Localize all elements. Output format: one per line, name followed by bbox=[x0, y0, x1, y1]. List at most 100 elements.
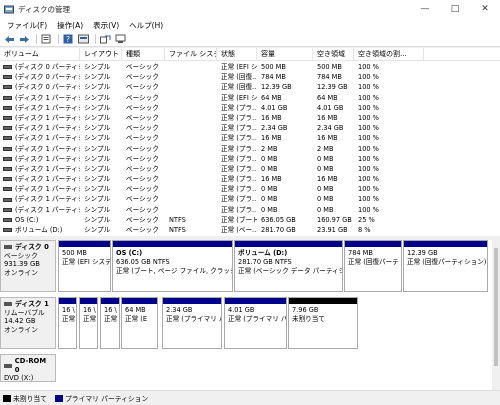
table-cell: 2 MB bbox=[313, 144, 354, 154]
column-header-free-space[interactable]: 空き領域 bbox=[313, 48, 354, 61]
legend-label: 未割り当て bbox=[13, 395, 47, 403]
disk-label[interactable]: ディスク 1 リムーバブル 14.42 GB オンライン bbox=[0, 297, 56, 349]
table-row[interactable]: (ディスク 1 パーティション 7) シンプル ベーシック 正常 (プラ... 0 MB… bbox=[0, 184, 500, 194]
table-cell-text: (ディスク 1 パーティション 10) bbox=[15, 103, 80, 112]
table-row[interactable]: (ディスク 1 パーティション 1) シンプル ベーシック 正常 (EFI シ... 6… bbox=[0, 93, 500, 103]
table-cell-text: ベーシック bbox=[126, 103, 159, 112]
partition[interactable]: 16 \ 正常 bbox=[58, 297, 77, 349]
table-row[interactable]: (ディスク 1 パーティション 12) シンプル ベーシック 正常 (プラ... 2.3… bbox=[0, 123, 500, 133]
table-cell-text: ベーシック bbox=[126, 226, 159, 234]
partition[interactable]: 500 MB 正常 (EFI システ bbox=[58, 240, 111, 292]
table-cell: 100 % bbox=[354, 164, 424, 174]
table-cell: 100 % bbox=[354, 93, 424, 103]
table-cell-text: 正常 (ベー... bbox=[221, 226, 257, 234]
scrollbar-thumb[interactable] bbox=[494, 248, 498, 366]
table-row[interactable]: (ディスク 1 パーティション 10) シンプル ベーシック 正常 (プラ... 4.0… bbox=[0, 103, 500, 113]
table-cell-text: 100 % bbox=[358, 124, 379, 133]
table-cell-text: OS (C:) bbox=[15, 215, 39, 224]
partition[interactable]: 2.34 GB 正常 (プライマリ パ bbox=[162, 297, 222, 349]
maximize-button[interactable]: □ bbox=[440, 0, 470, 18]
table-row[interactable]: (ディスク 1 パーティション 2) シンプル ベーシック 正常 (プラ... 16 M… bbox=[0, 133, 500, 143]
volume-icon[interactable] bbox=[77, 34, 89, 45]
partition-strip: 16 \ 正常 16 \ 正常 16 \ 正常 64 MB 正常 (E 2.34 GB 正常 (プ… bbox=[58, 297, 490, 349]
partition-name: OS (C:) bbox=[116, 249, 143, 257]
table-cell-text: ベーシック bbox=[126, 63, 159, 71]
partition-detail: 正常 (E bbox=[125, 314, 148, 323]
table-cell-text: 2 MB bbox=[317, 144, 334, 153]
column-header-layout[interactable]: レイアウト bbox=[80, 48, 122, 61]
table-cell-text: 0 MB bbox=[261, 154, 278, 163]
disk-label[interactable]: CD-ROM 0 DVD (X:) bbox=[0, 354, 56, 382]
table-cell: 正常 (プラ... bbox=[217, 133, 257, 143]
partition[interactable]: 64 MB 正常 (E bbox=[121, 297, 158, 349]
table-cell-text: シンプル bbox=[84, 154, 111, 163]
table-row[interactable]: (ディスク 1 パーティション 6) シンプル ベーシック 正常 (プラ... 16 M… bbox=[0, 174, 500, 184]
table-cell: 100 % bbox=[354, 72, 424, 82]
table-row[interactable]: (ディスク 0 パーティション 1) シンプル ベーシック 正常 (EFI シ... 5… bbox=[0, 62, 500, 72]
table-cell-text: 16 MB bbox=[261, 175, 282, 184]
table-row[interactable]: (ディスク 1 パーティション 5) シンプル ベーシック 正常 (プラ... 0 MB… bbox=[0, 164, 500, 174]
partition[interactable]: 4.01 GB正常 (プライマリ パー bbox=[224, 297, 287, 349]
column-header-status[interactable]: 状態 bbox=[217, 48, 257, 61]
table-row[interactable]: (ディスク 0 パーティション 4) シンプル ベーシック 正常 (回復... 784 … bbox=[0, 72, 500, 82]
table-cell: 100 % bbox=[354, 123, 424, 133]
table-row[interactable]: (ディスク 1 パーティション 11) シンプル ベーシック 正常 (プラ... 16 … bbox=[0, 113, 500, 123]
table-cell: シンプル bbox=[80, 133, 122, 143]
table-cell-text: 4.01 GB bbox=[317, 103, 344, 112]
table-cell: ベーシック bbox=[122, 164, 165, 174]
column-header-volume[interactable]: ボリューム bbox=[0, 48, 80, 61]
table-cell: シンプル bbox=[80, 62, 122, 72]
table-cell: ベーシック bbox=[122, 225, 165, 235]
table-cell: ボリューム (D:) bbox=[0, 225, 80, 235]
table-row[interactable]: (ディスク 1 パーティション 8) シンプル ベーシック 正常 (プラ... 0 MB… bbox=[0, 194, 500, 204]
connect-icon[interactable] bbox=[114, 34, 126, 45]
partition[interactable]: ボリューム (D:) 281.70 GB NTFS 正常 (ベーシック データ パー… bbox=[234, 240, 343, 292]
table-cell bbox=[165, 62, 217, 72]
refresh-icon[interactable] bbox=[99, 34, 111, 45]
table-cell-text: 0 MB bbox=[261, 205, 278, 214]
close-button[interactable]: ✕ bbox=[470, 0, 500, 18]
column-header-filesystem[interactable]: ファイル システム bbox=[165, 48, 217, 61]
partition[interactable]: 784 MB 正常 (回復パーテ bbox=[344, 240, 402, 292]
table-cell-text: 0 MB bbox=[261, 195, 278, 204]
table-cell: 正常 (プラ... bbox=[217, 174, 257, 184]
forward-icon[interactable] bbox=[18, 34, 30, 45]
table-cell: 4.01 GB bbox=[257, 103, 313, 113]
table-row[interactable]: (ディスク 1 パーティション 3) シンプル ベーシック 正常 (プラ... 2 MB… bbox=[0, 144, 500, 154]
table-row[interactable]: (ディスク 1 パーティション 9) シンプル ベーシック 正常 (プラ... 0 MB… bbox=[0, 205, 500, 215]
menu-view[interactable]: 表示(V) bbox=[88, 20, 124, 31]
column-header-capacity[interactable]: 容量 bbox=[257, 48, 313, 61]
table-cell-text: シンプル bbox=[84, 113, 111, 122]
column-header-free-percent[interactable]: 空き領域の割... bbox=[354, 48, 424, 61]
table-cell-text: 160.97 GB bbox=[317, 215, 352, 224]
table-cell: 0 MB bbox=[313, 154, 354, 164]
minimize-button[interactable]: — bbox=[410, 0, 440, 18]
table-cell-text: ベーシック bbox=[126, 175, 159, 184]
partition-detail: 16 \ bbox=[104, 306, 117, 314]
partition[interactable]: 16 \ 正常 bbox=[100, 297, 120, 349]
table-row[interactable]: ボリューム (D:) シンプル ベーシック NTFS 正常 (ベー... 281.70 G… bbox=[0, 225, 500, 235]
disk-label[interactable]: ディスク 0 ベーシック 931.39 GB オンライン bbox=[0, 240, 56, 292]
properties-icon[interactable] bbox=[40, 34, 52, 45]
back-icon[interactable] bbox=[3, 34, 15, 45]
help-icon[interactable]: ? bbox=[62, 34, 74, 45]
vertical-scrollbar[interactable] bbox=[492, 240, 500, 390]
menu-action[interactable]: 操作(A) bbox=[52, 20, 88, 31]
menu-help[interactable]: ヘルプ(H) bbox=[124, 20, 168, 31]
unallocated-partition[interactable]: 7.96 GB 未割り当て bbox=[288, 297, 358, 349]
table-cell bbox=[165, 154, 217, 164]
menu-file[interactable]: ファイル(F) bbox=[2, 20, 52, 31]
partition[interactable]: 12.39 GB 正常 (回復パーティション) bbox=[403, 240, 488, 292]
table-cell bbox=[165, 72, 217, 82]
table-cell: 0 MB bbox=[257, 164, 313, 174]
table-cell-text: (ディスク 1 パーティション 1) bbox=[15, 93, 80, 102]
table-cell-text: 100 % bbox=[358, 63, 379, 71]
table-row[interactable]: (ディスク 0 パーティション 5) シンプル ベーシック 正常 (回復... 12.3… bbox=[0, 82, 500, 92]
partition-detail: 4.01 GB bbox=[228, 306, 255, 314]
partition[interactable]: OS (C:) 636.05 GB NTFS 正常 (ブート, ページ ファイル, … bbox=[112, 240, 233, 292]
table-row[interactable]: OS (C:) シンプル ベーシック NTFS 正常 (ブート... 636.05 GB 1… bbox=[0, 215, 500, 225]
table-row[interactable]: (ディスク 1 パーティション 4) シンプル ベーシック 正常 (プラ... 0 MB… bbox=[0, 154, 500, 164]
table-cell: 100 % bbox=[354, 103, 424, 113]
partition[interactable]: 16 \ 正常 bbox=[79, 297, 98, 349]
column-header-type[interactable]: 種類 bbox=[122, 48, 165, 61]
